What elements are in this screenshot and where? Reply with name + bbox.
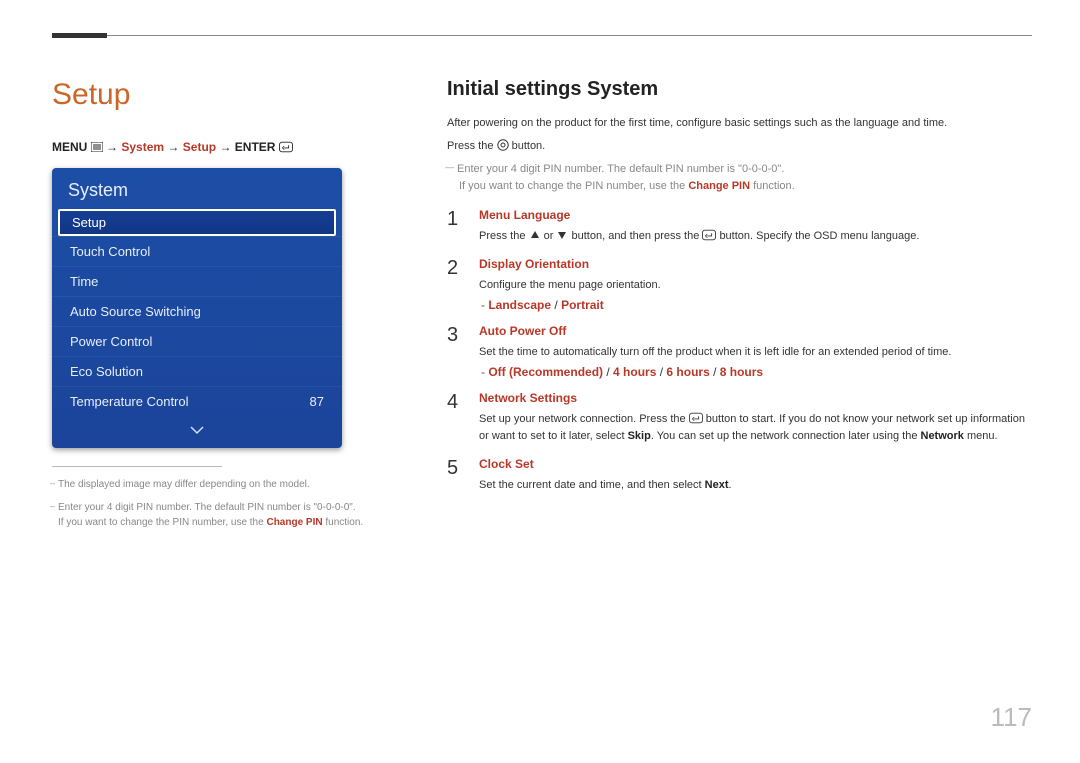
step-title-display-orientation: Display Orientation bbox=[479, 257, 1032, 271]
menu-item-label: Temperature Control bbox=[70, 394, 189, 409]
step-1: 1 Menu Language Press the or button, and… bbox=[447, 208, 1032, 245]
down-arrow-icon bbox=[556, 230, 568, 242]
step-2: 2 Display Orientation Configure the menu… bbox=[447, 257, 1032, 312]
step-title-clock-set: Clock Set bbox=[479, 457, 1032, 471]
breadcrumb-setup: Setup bbox=[183, 140, 216, 154]
menu-item-label: Time bbox=[70, 274, 98, 289]
step-options: Landscape / Portrait bbox=[479, 298, 1032, 312]
menu-item-power-control[interactable]: Power Control bbox=[52, 326, 342, 356]
step-3: 3 Auto Power Off Set the time to automat… bbox=[447, 324, 1032, 379]
menu-item-label: Setup bbox=[72, 215, 106, 230]
menu-item-auto-source[interactable]: Auto Source Switching bbox=[52, 296, 342, 326]
step-text: Set the current date and time, and then … bbox=[479, 477, 1032, 494]
menu-item-label: Eco Solution bbox=[70, 364, 143, 379]
step-text: Press the or button, and then press the … bbox=[479, 228, 1032, 245]
breadcrumb-enter: ENTER bbox=[235, 140, 276, 154]
footnote-pin: Enter your 4 digit PIN number. The defau… bbox=[52, 500, 387, 530]
menu-scroll-down[interactable] bbox=[52, 416, 342, 448]
enter-icon bbox=[702, 230, 716, 242]
menu-item-temperature-control[interactable]: Temperature Control 87 bbox=[52, 386, 342, 416]
enter-icon bbox=[279, 140, 293, 154]
menu-item-eco-solution[interactable]: Eco Solution bbox=[52, 356, 342, 386]
menu-icon bbox=[91, 140, 103, 154]
breadcrumb-arrow-3: → bbox=[219, 140, 234, 154]
page-number: 117 bbox=[991, 702, 1032, 733]
step-number: 1 bbox=[447, 208, 461, 245]
top-rule bbox=[52, 35, 1032, 36]
menu-item-touch-control[interactable]: Touch Control bbox=[52, 236, 342, 266]
step-4: 4 Network Settings Set up your network c… bbox=[447, 391, 1032, 445]
intro-text-1: After powering on the product for the fi… bbox=[447, 115, 1032, 132]
step-number: 2 bbox=[447, 257, 461, 312]
step-title-network-settings: Network Settings bbox=[479, 391, 1032, 405]
pin-note: Enter your 4 digit PIN number. The defau… bbox=[447, 161, 1032, 194]
menu-item-label: Auto Source Switching bbox=[70, 304, 201, 319]
page-title: Setup bbox=[52, 78, 387, 112]
footnote-model: The displayed image may differ depending… bbox=[52, 477, 387, 492]
menu-header: System bbox=[52, 168, 342, 209]
step-number: 5 bbox=[447, 457, 461, 494]
step-title-menu-language: Menu Language bbox=[479, 208, 1032, 222]
step-number: 3 bbox=[447, 324, 461, 379]
menu-item-label: Power Control bbox=[70, 334, 152, 349]
breadcrumb-system: System bbox=[121, 140, 164, 154]
step-5: 5 Clock Set Set the current date and tim… bbox=[447, 457, 1032, 494]
section-heading: Initial settings System bbox=[447, 78, 1032, 101]
step-text: Set up your network connection. Press th… bbox=[479, 411, 1032, 445]
menu-item-value: 87 bbox=[310, 394, 324, 409]
breadcrumb-menu: MENU bbox=[52, 140, 87, 154]
intro-text-2: Press the button. bbox=[447, 138, 1032, 155]
step-text: Set the time to automatically turn off t… bbox=[479, 344, 1032, 361]
menu-item-time[interactable]: Time bbox=[52, 266, 342, 296]
circle-button-icon bbox=[497, 140, 512, 152]
breadcrumb-arrow-1: → bbox=[106, 140, 121, 154]
step-title-auto-power-off: Auto Power Off bbox=[479, 324, 1032, 338]
step-number: 4 bbox=[447, 391, 461, 445]
breadcrumb: MENU → System → Setup → ENTER bbox=[52, 140, 387, 154]
system-menu-panel: System Setup Touch Control Time Auto Sou… bbox=[52, 168, 342, 448]
footnote-divider bbox=[52, 466, 222, 467]
menu-item-label: Touch Control bbox=[70, 244, 150, 259]
up-arrow-icon bbox=[529, 230, 541, 242]
menu-item-setup[interactable]: Setup bbox=[58, 209, 336, 236]
chevron-down-icon bbox=[189, 422, 205, 439]
breadcrumb-arrow-2: → bbox=[167, 140, 182, 154]
enter-icon bbox=[689, 413, 703, 425]
step-text: Configure the menu page orientation. bbox=[479, 277, 1032, 294]
step-options: Off (Recommended) / 4 hours / 6 hours / … bbox=[479, 365, 1032, 379]
